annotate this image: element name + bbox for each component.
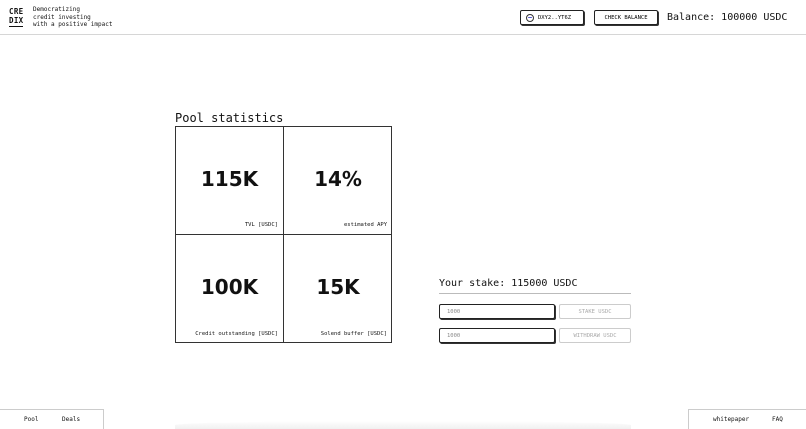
check-balance-button[interactable]: CHECK BALANCE [594,10,658,25]
stat-value: 100K [200,275,259,299]
stat-label: Solend buffer [USDC] [320,331,387,337]
stake-amount-input[interactable] [439,304,555,319]
pool-statistics-title: Pool statistics [175,111,284,125]
stat-cell-apy: 14% estimated APY [284,127,392,235]
tagline-line-3: with a positive impact [33,21,113,28]
your-stake-title: Your stake: 115000 USDC [439,278,578,289]
withdraw-amount-input[interactable] [439,328,555,343]
stat-label: Credit outstanding [USDC] [195,331,278,337]
footer-link-deals[interactable]: Deals [62,416,80,423]
stat-label: estimated APY [343,222,387,228]
stat-label: TVL [USDC] [244,222,278,228]
credix-logo[interactable]: CRE DIX [9,7,23,25]
bottom-shadow [175,421,631,429]
top-bar: CRE DIX Democratizing credit investing w… [0,0,806,35]
stat-value: 14% [314,167,362,191]
withdraw-usdc-button[interactable]: WITHDRAW USDC [559,328,631,343]
logo-underline [9,26,23,27]
balance-display: Balance: 100000 USDC [667,12,788,23]
footer-link-faq[interactable]: FAQ [772,416,783,423]
wallet-icon [526,13,534,22]
footer-link-pool[interactable]: Pool [24,416,38,423]
stat-value: 115K [200,167,259,191]
stat-cell-solend-buffer: 15K Solend buffer [USDC] [284,235,392,343]
footer-nav-left: Pool Deals [0,409,104,429]
tagline-line-2: credit investing [33,13,91,21]
wallet-button[interactable]: DXY2..YT6Z [520,10,584,25]
logo-line-1: CRE [9,7,24,16]
footer-link-whitepaper[interactable]: whitepaper [713,416,749,423]
logo-line-2: DIX [9,16,24,25]
stat-value: 15K [316,275,360,299]
stake-divider [439,293,631,294]
stat-cell-tvl: 115K TVL [USDC] [176,127,284,235]
wallet-address: DXY2..YT6Z [538,14,572,21]
footer-nav-right: whitepaper FAQ [688,409,806,429]
tagline: Democratizing credit investing with a po… [33,6,112,29]
stat-cell-credit-outstanding: 100K Credit outstanding [USDC] [176,235,284,343]
pool-stats-grid: 115K TVL [USDC] 14% estimated APY 100K C… [175,126,392,343]
stake-usdc-button[interactable]: STAKE USDC [559,304,631,319]
tagline-line-1: Democratizing [33,6,80,13]
